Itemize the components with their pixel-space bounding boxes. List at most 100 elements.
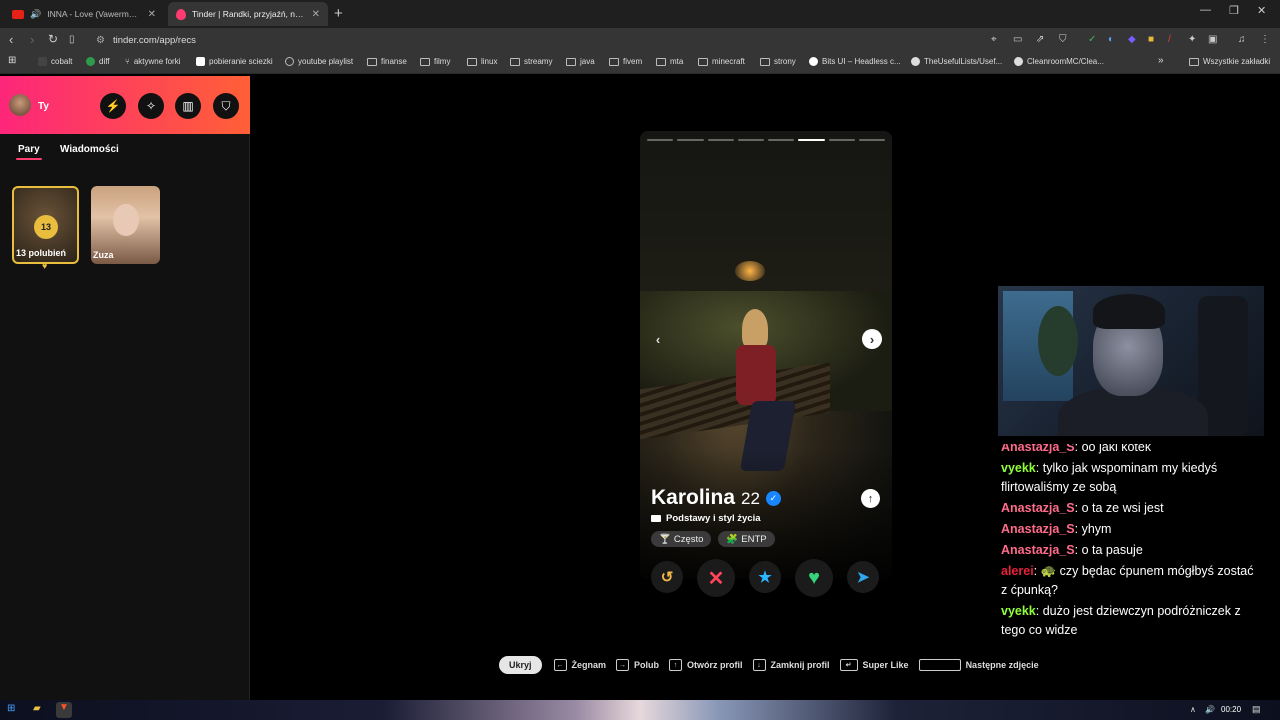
bookmark-diff[interactable]: diff — [86, 57, 110, 66]
bookmark-bits-ui[interactable]: Bits UI – Headless c... — [809, 57, 901, 66]
safety-shield-icon[interactable]: ⛉ — [213, 93, 239, 119]
likes-card[interactable]: 13 13 polubień — [12, 186, 79, 264]
bookmark-label: aktywne forki — [133, 57, 181, 66]
media-icon[interactable]: ♫ — [1238, 34, 1246, 45]
bookmark-minecraft[interactable]: minecraft — [698, 57, 745, 66]
bookmark-finanse[interactable]: finanse — [367, 57, 407, 66]
all-bookmarks-label: Wszystkie zakładki — [1203, 57, 1271, 66]
match-name: Zuza — [93, 250, 114, 260]
chat-username[interactable]: Anastazja_S — [1001, 522, 1075, 536]
bookmark-aktywne-forki[interactable]: ⑂ aktywne forki — [125, 57, 181, 66]
user-name[interactable]: Ty — [38, 101, 49, 112]
tab-tinder[interactable]: Tinder | Randki, przyjaźń, nowe ... ✕ — [168, 2, 328, 26]
all-bookmarks[interactable]: Wszystkie zakładki — [1189, 57, 1270, 66]
bookmark-cobalt[interactable]: cobalt — [38, 57, 72, 66]
bookmark-filmy[interactable]: filmy — [420, 57, 450, 66]
shield-icon[interactable]: ⛉ — [1059, 34, 1067, 45]
profile-age: 22 — [741, 489, 760, 508]
explore-compass-icon[interactable]: ✧ — [138, 93, 164, 119]
nope-x-icon[interactable]: ✕ — [697, 559, 735, 597]
prev-photo-icon[interactable]: ‹ — [648, 329, 668, 349]
brave-browser-icon[interactable]: ▼ — [56, 702, 72, 718]
windows-start-icon[interactable]: ⊞ — [7, 703, 15, 714]
tab-wiadomosci[interactable]: Wiadomości — [60, 144, 119, 155]
bookmark-strony[interactable]: strony — [760, 57, 796, 66]
github-icon — [911, 57, 920, 66]
sidebar-header: Ty ⚡ ✧ ▥ ⛉ — [0, 76, 250, 134]
folder-icon — [698, 57, 708, 66]
bookmark-icon[interactable]: ▯ — [69, 34, 75, 45]
boost-send-icon[interactable]: ➤ — [847, 561, 879, 593]
up-arrow-key-icon: ↑ — [669, 659, 683, 671]
chat-username[interactable]: Anastazja_S — [1001, 543, 1075, 557]
bookmark-label: pobieranie sciezki — [209, 57, 273, 66]
matches-sidebar: Ty ⚡ ✧ ▥ ⛉ Pary Wiadomości 13 13 polubie… — [0, 76, 250, 700]
bookmark-label: youtube playlist — [298, 57, 354, 66]
open-profile-up-icon[interactable]: ↑ — [861, 489, 880, 508]
bookmark-label: java — [580, 57, 595, 66]
sidebar-toggle-icon[interactable]: ▣ — [1208, 34, 1217, 45]
bookmark-theusefullists[interactable]: TheUsefulLists/Usef... — [911, 57, 1002, 66]
restore-icon[interactable]: ❐ — [1229, 4, 1239, 17]
hint-super-like: ↵ Super Like — [839, 659, 909, 671]
likes-label: 13 polubień — [16, 248, 67, 258]
photo-progress-segment — [707, 139, 734, 141]
close-tab-icon[interactable]: ✕ — [148, 9, 156, 20]
chat-username[interactable]: alerei — [1001, 564, 1034, 578]
chip-label: Często — [673, 533, 704, 545]
apps-grid-icon[interactable]: ⊞ — [8, 55, 16, 66]
reload-icon[interactable]: ↻ — [48, 32, 58, 46]
extension-icon[interactable]: ■ — [1148, 34, 1154, 45]
bookmark-mta[interactable]: mta — [656, 57, 683, 66]
close-tab-icon[interactable]: ✕ — [312, 9, 320, 20]
tray-chevron-icon[interactable]: ∧ — [1190, 705, 1196, 714]
puzzle-icon[interactable]: ✦ — [1188, 34, 1196, 45]
clock[interactable]: 00:20 — [1221, 705, 1241, 714]
extension-icon[interactable]: / — [1168, 34, 1171, 45]
like-heart-icon[interactable]: ♥ — [795, 559, 833, 597]
hide-hints-button[interactable]: Ukryj — [499, 656, 542, 674]
space-key-icon — [918, 659, 961, 671]
profile-card[interactable]: ‹ › Karolina 22 ✓ ↑ Podstawy i styl życi… — [640, 131, 892, 579]
bookmark-cleanroommc[interactable]: CleanroomMC/Clea... — [1014, 57, 1104, 66]
bookmark-label: cobalt — [51, 57, 73, 66]
more-bookmarks-icon[interactable]: » — [1158, 55, 1164, 66]
forward-icon[interactable]: › — [30, 32, 34, 47]
bookmark-streamy[interactable]: streamy — [510, 57, 552, 66]
address-bar[interactable]: ⚙ tinder.com/app/recs — [92, 31, 982, 49]
back-icon[interactable]: ‹ — [9, 32, 13, 47]
new-tab-icon[interactable]: + — [334, 5, 343, 22]
extension-icon[interactable]: ◆ — [1128, 34, 1136, 45]
site-info-icon[interactable]: ⚙ — [96, 35, 105, 46]
volume-icon[interactable]: 🔊 — [1205, 705, 1215, 714]
briefcase-icon[interactable]: ▥ — [175, 93, 201, 119]
tab-youtube[interactable]: 🔊 INNA - Love (Vawerman 'VIXA' B... ✕ — [4, 2, 164, 26]
browser-tab-bar: 🔊 INNA - Love (Vawerman 'VIXA' B... ✕ Ti… — [0, 0, 1280, 28]
chat-username[interactable]: vyekk — [1001, 604, 1036, 618]
location-icon[interactable]: ⌖ — [991, 34, 997, 45]
tab-pary[interactable]: Pary — [16, 144, 42, 160]
bookmark-java[interactable]: java — [566, 57, 595, 66]
next-photo-icon[interactable]: › — [862, 329, 882, 349]
boost-lightning-icon[interactable]: ⚡ — [100, 93, 126, 119]
bookmark-linux[interactable]: linux — [467, 57, 497, 66]
avatar[interactable] — [9, 94, 31, 116]
bookmark-pobieranie-sciezki[interactable]: pobieranie sciezki — [196, 57, 273, 66]
menu-icon[interactable]: ⋮ — [1260, 34, 1270, 45]
bookmark-fivem[interactable]: fivem — [609, 57, 642, 66]
extension-icon[interactable]: ◐ — [1108, 34, 1114, 45]
match-card-zuza[interactable]: Zuza — [91, 186, 160, 264]
minimize-icon[interactable]: — — [1200, 4, 1211, 16]
chat-username[interactable]: Anastazja_S — [1001, 444, 1075, 454]
super-like-star-icon[interactable]: ★ — [749, 561, 781, 593]
close-window-icon[interactable]: ✕ — [1257, 4, 1266, 17]
share-icon[interactable]: ⇗ — [1036, 34, 1044, 45]
chat-username[interactable]: Anastazja_S — [1001, 501, 1075, 515]
bookmark-youtube-playlist[interactable]: youtube playlist — [285, 57, 353, 66]
notifications-icon[interactable]: ▤ — [1252, 704, 1261, 715]
rewind-icon[interactable]: ↺ — [651, 561, 683, 593]
file-explorer-icon[interactable]: ▰ — [33, 703, 41, 714]
chat-username[interactable]: vyekk — [1001, 461, 1036, 475]
check-extension-icon[interactable]: ✓ — [1088, 34, 1096, 45]
cast-icon[interactable]: ▭ — [1013, 34, 1022, 45]
